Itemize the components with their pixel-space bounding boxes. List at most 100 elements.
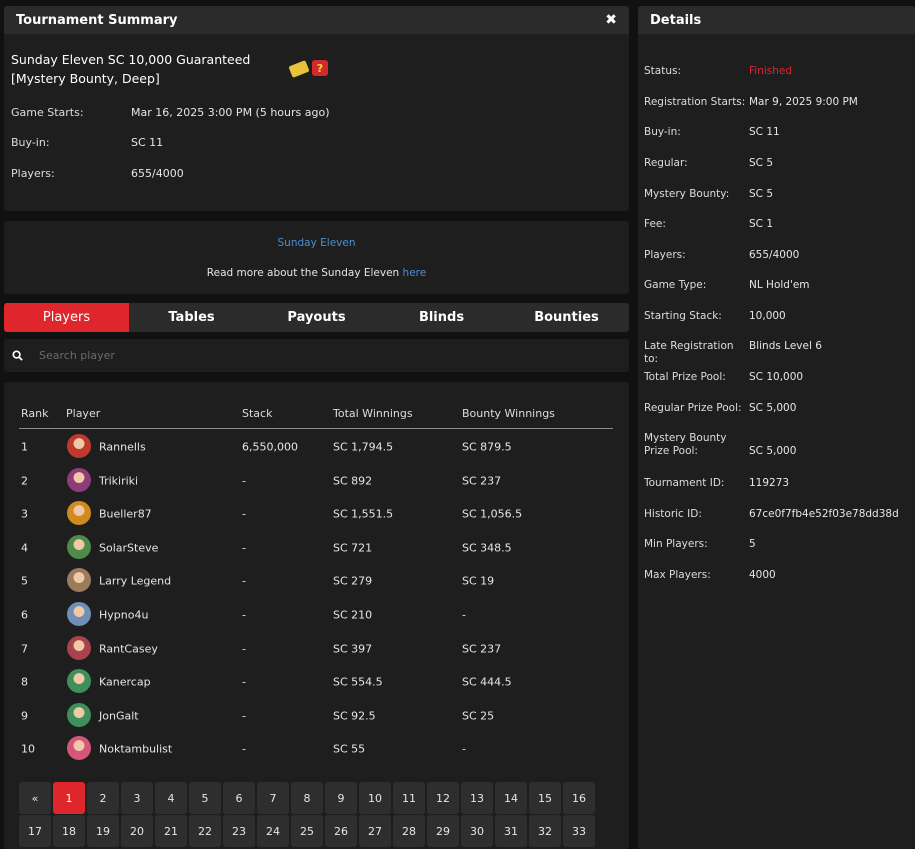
- detail-row: Historic ID: 67ce0f7fb4e52f03e78dd38d: [644, 508, 899, 521]
- players-row: Players: 655/4000: [11, 167, 184, 180]
- page-button[interactable]: 23: [223, 815, 255, 847]
- page-button[interactable]: 9: [325, 782, 357, 814]
- page-button[interactable]: 19: [87, 815, 119, 847]
- detail-row: Players: 655/4000: [644, 249, 799, 262]
- sunday-eleven-link[interactable]: Sunday Eleven: [4, 237, 629, 249]
- page-button[interactable]: 28: [393, 815, 425, 847]
- total-winnings-cell: SC 554.5: [333, 675, 383, 688]
- table-row[interactable]: 6 Hypno4u - SC 210 -: [19, 598, 613, 631]
- avatar[interactable]: [67, 535, 91, 559]
- ticket-icon: [288, 60, 310, 78]
- detail-row: Max Players: 4000: [644, 569, 776, 582]
- pagination-row-1: «1 2 3 4 5 6 7 8 9 10 11 12 13 14 15 16: [19, 782, 595, 814]
- page-button[interactable]: 6: [223, 782, 255, 814]
- stack-cell: -: [242, 574, 246, 587]
- page-button[interactable]: 10: [359, 782, 391, 814]
- search-bar: [4, 339, 629, 372]
- avatar[interactable]: [67, 669, 91, 693]
- detail-label: Starting Stack:: [644, 310, 722, 322]
- page-button[interactable]: 24: [257, 815, 289, 847]
- page-button[interactable]: 18: [53, 815, 85, 847]
- col-stack[interactable]: Stack: [242, 407, 272, 420]
- table-row[interactable]: 5 Larry Legend - SC 279 SC 19: [19, 564, 613, 597]
- close-icon[interactable]: ✖: [605, 12, 617, 28]
- table-row[interactable]: 4 SolarSteve - SC 721 SC 348.5: [19, 531, 613, 564]
- player-name[interactable]: Kanercap: [99, 675, 151, 688]
- table-row[interactable]: 8 Kanercap - SC 554.5 SC 444.5: [19, 665, 613, 698]
- player-name[interactable]: Larry Legend: [99, 574, 171, 587]
- prev-page-button[interactable]: «: [19, 782, 51, 814]
- page-button[interactable]: 12: [427, 782, 459, 814]
- avatar[interactable]: [67, 568, 91, 592]
- detail-row: Tournament ID: 119273: [644, 477, 789, 490]
- page-button[interactable]: 17: [19, 815, 51, 847]
- page-button[interactable]: 2: [87, 782, 119, 814]
- page-button[interactable]: 14: [495, 782, 527, 814]
- rank-cell: 5: [21, 574, 28, 587]
- page-button[interactable]: 21: [155, 815, 187, 847]
- tab-bounties[interactable]: Bounties: [504, 303, 629, 332]
- table-row[interactable]: 3 Bueller87 - SC 1,551.5 SC 1,056.5: [19, 497, 613, 530]
- tournament-name: Sunday Eleven SC 10,000 Guaranteed [Myst…: [11, 52, 251, 86]
- page-button[interactable]: 22: [189, 815, 221, 847]
- search-input[interactable]: [39, 349, 539, 362]
- table-row[interactable]: 10 Noktambulist - SC 55 -: [19, 732, 613, 765]
- col-rank[interactable]: Rank: [21, 407, 48, 420]
- page-button[interactable]: 27: [359, 815, 391, 847]
- avatar[interactable]: [67, 636, 91, 660]
- detail-value: 5: [749, 538, 756, 550]
- detail-row: Game Type: NL Hold'em: [644, 279, 810, 292]
- player-name[interactable]: RantCasey: [99, 642, 158, 655]
- page-button[interactable]: 11: [393, 782, 425, 814]
- page-button[interactable]: 29: [427, 815, 459, 847]
- here-link[interactable]: here: [403, 267, 427, 279]
- details-header: Details: [638, 6, 915, 34]
- page-button[interactable]: 1: [53, 782, 85, 814]
- page-button[interactable]: 3: [121, 782, 153, 814]
- avatar[interactable]: [67, 468, 91, 492]
- player-name[interactable]: Bueller87: [99, 507, 152, 520]
- table-row[interactable]: 7 RantCasey - SC 397 SC 237: [19, 632, 613, 665]
- page-button[interactable]: 4: [155, 782, 187, 814]
- avatar[interactable]: [67, 703, 91, 727]
- col-player[interactable]: Player: [66, 407, 100, 420]
- rank-cell: 4: [21, 541, 28, 554]
- rank-cell: 7: [21, 642, 28, 655]
- player-name[interactable]: SolarSteve: [99, 541, 158, 554]
- player-name[interactable]: Rannells: [99, 440, 146, 453]
- page-button[interactable]: 26: [325, 815, 357, 847]
- player-name[interactable]: JonGalt: [99, 709, 139, 722]
- col-bounty-winnings[interactable]: Bounty Winnings: [462, 407, 555, 420]
- player-name[interactable]: Hypno4u: [99, 608, 148, 621]
- tab-payouts[interactable]: Payouts: [254, 303, 379, 332]
- player-name[interactable]: Trikiriki: [99, 474, 138, 487]
- tab-tables[interactable]: Tables: [129, 303, 254, 332]
- page-button[interactable]: 7: [257, 782, 289, 814]
- avatar[interactable]: [67, 736, 91, 760]
- player-name[interactable]: Noktambulist: [99, 742, 172, 755]
- table-row[interactable]: 2 Trikiriki - SC 892 SC 237: [19, 464, 613, 497]
- page-button[interactable]: 25: [291, 815, 323, 847]
- page-button[interactable]: 15: [529, 782, 561, 814]
- page-button[interactable]: 5: [189, 782, 221, 814]
- page-button[interactable]: 32: [529, 815, 561, 847]
- players-label: Players:: [11, 167, 55, 180]
- info-box: Sunday Eleven Read more about the Sunday…: [4, 221, 629, 294]
- avatar[interactable]: [67, 434, 91, 458]
- page-button[interactable]: 33: [563, 815, 595, 847]
- page-button[interactable]: 16: [563, 782, 595, 814]
- tab-blinds[interactable]: Blinds: [379, 303, 504, 332]
- page-button[interactable]: 20: [121, 815, 153, 847]
- page-button[interactable]: 30: [461, 815, 493, 847]
- page-button[interactable]: 8: [291, 782, 323, 814]
- col-total-winnings[interactable]: Total Winnings: [333, 407, 413, 420]
- tab-players[interactable]: Players: [4, 303, 129, 332]
- avatar[interactable]: [67, 501, 91, 525]
- detail-row: Buy-in: SC 11: [644, 126, 780, 139]
- page-button[interactable]: 13: [461, 782, 493, 814]
- detail-label: Regular Prize Pool:: [644, 402, 742, 414]
- table-row[interactable]: 9 JonGalt - SC 92.5 SC 25: [19, 699, 613, 732]
- page-button[interactable]: 31: [495, 815, 527, 847]
- avatar[interactable]: [67, 602, 91, 626]
- table-row[interactable]: 1 Rannells 6,550,000 SC 1,794.5 SC 879.5: [19, 430, 613, 463]
